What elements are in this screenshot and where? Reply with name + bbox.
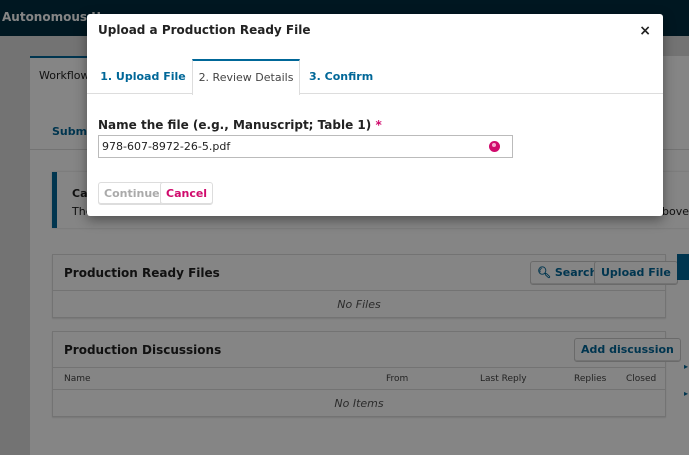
modal-title: Upload a Production Ready File: [98, 23, 311, 37]
close-icon[interactable]: ×: [639, 23, 651, 39]
required-marker: *: [375, 118, 382, 132]
continue-button[interactable]: Continue: [98, 182, 166, 205]
tab-review-details[interactable]: 2. Review Details: [192, 59, 300, 95]
upload-file-modal: Upload a Production Ready File × 1. Uplo…: [87, 14, 663, 216]
file-name-label: Name the file (e.g., Manuscript; Table 1…: [98, 118, 382, 132]
file-name-input[interactable]: [99, 136, 484, 157]
tab-confirm[interactable]: 3. Confirm: [309, 59, 373, 94]
globe-icon[interactable]: [489, 141, 500, 152]
file-name-label-text: Name the file (e.g., Manuscript; Table 1…: [98, 118, 372, 132]
file-name-field: [98, 135, 513, 158]
wizard-tabs: 1. Upload File 2. Review Details 3. Conf…: [87, 59, 663, 95]
cancel-button[interactable]: Cancel: [160, 182, 214, 205]
tab-upload-file[interactable]: 1. Upload File: [100, 59, 186, 94]
